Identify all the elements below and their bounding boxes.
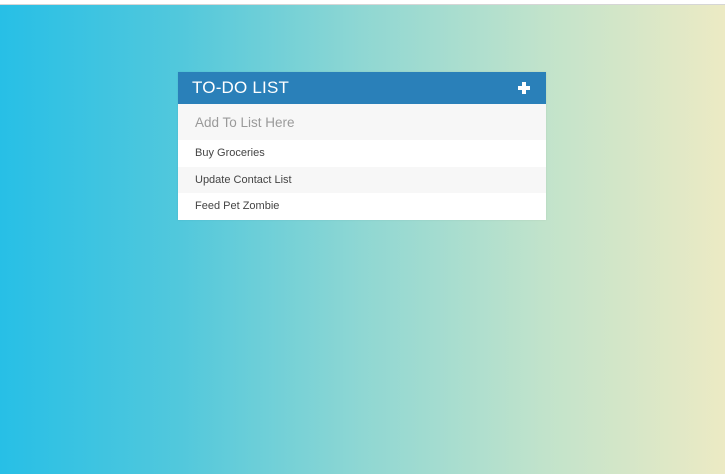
todo-item[interactable]: Buy Groceries [178, 140, 546, 167]
todo-title: TO-DO LIST [192, 78, 290, 97]
todo-item[interactable]: Feed Pet Zombie [178, 193, 546, 220]
todo-card: TO-DO LIST Buy Groceries Update Contact … [178, 72, 546, 220]
add-todo-input[interactable] [178, 104, 546, 140]
browser-top-edge [0, 0, 725, 5]
todo-header: TO-DO LIST [178, 72, 546, 104]
todo-item[interactable]: Update Contact List [178, 166, 546, 193]
plus-icon[interactable] [516, 80, 532, 96]
todo-list: Buy Groceries Update Contact List Feed P… [178, 140, 546, 220]
